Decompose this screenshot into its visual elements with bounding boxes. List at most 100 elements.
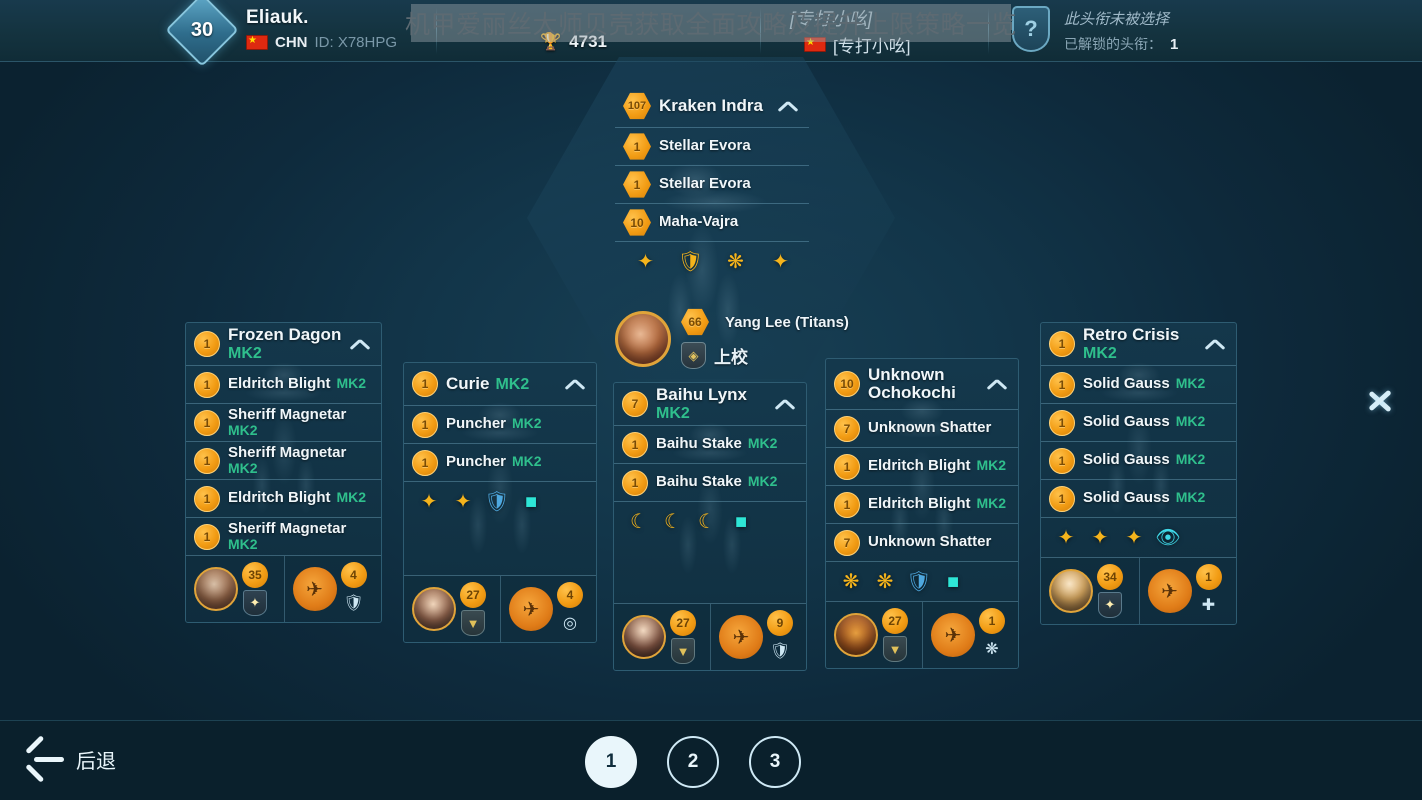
pilot-avatar[interactable] xyxy=(622,615,666,659)
drone-avatar[interactable]: ✈ xyxy=(719,615,763,659)
weapon-row[interactable]: 1 Baihu Stake MK2 xyxy=(614,463,806,501)
pilot-drone-footer[interactable]: 35 ✦ ✈ 4 🛡 xyxy=(186,555,381,622)
module-strip[interactable]: ❋ ❋ 🛡 ■ xyxy=(826,561,1018,601)
weapon-row[interactable]: 1 Puncher MK2 xyxy=(404,405,596,443)
eye-stealth-icon[interactable]: 👁 xyxy=(1155,525,1181,551)
shield-up-icon[interactable]: 🛡 xyxy=(906,569,932,595)
mech-card-retro-crisis[interactable]: 1 Retro Crisis MK2 1 Solid Gauss MK2 1 S… xyxy=(1040,322,1237,625)
page-selector[interactable]: 1 2 3 xyxy=(585,736,801,788)
burst-damage-icon[interactable]: ❋ xyxy=(838,569,864,595)
chevron-up-icon[interactable] xyxy=(349,337,371,351)
player-id: ID: X78HPG xyxy=(314,34,398,51)
weapon-row[interactable]: 1 Sheriff Magnetar MK2 xyxy=(186,403,381,441)
chevron-up-icon[interactable] xyxy=(774,397,796,411)
energy-cell-icon[interactable]: ■ xyxy=(728,509,754,535)
pilot-slot[interactable]: 34 ✦ xyxy=(1041,558,1139,624)
module-strip[interactable]: ✦ ✦ 🛡 ■ xyxy=(404,481,596,521)
crescent-boost-icon[interactable]: ☾ xyxy=(694,509,720,535)
drone-slot[interactable]: ✈ 4 ◎ xyxy=(500,576,596,642)
damage-boost-icon[interactable]: ✦ xyxy=(1053,525,1079,551)
pilot-slot[interactable]: 27 ▼ xyxy=(404,576,500,642)
burst-damage-icon[interactable]: ❋ xyxy=(872,569,898,595)
page-button-3[interactable]: 3 xyxy=(749,736,801,788)
shield-boost-icon[interactable]: 🛡 xyxy=(678,249,704,275)
pilot-drone-footer[interactable]: 27 ▼ ✈ 9 🛡 xyxy=(614,603,806,670)
pilot-avatar[interactable] xyxy=(1049,569,1093,613)
module-strip[interactable]: ✦ 🛡 ❋ ✦ xyxy=(615,241,809,281)
weapon-row[interactable]: 10 Maha-Vajra xyxy=(615,203,809,241)
weapon-row[interactable]: 7 Unknown Shatter xyxy=(826,409,1018,447)
damage-boost-icon[interactable]: ✦ xyxy=(1121,525,1147,551)
damage-boost-icon[interactable]: ✦ xyxy=(768,249,794,275)
page-button-2[interactable]: 2 xyxy=(667,736,719,788)
card-header[interactable]: 1 Retro Crisis MK2 xyxy=(1041,323,1236,365)
weapon-row[interactable]: 1 Stellar Evora xyxy=(615,127,809,165)
damage-boost-icon[interactable]: ✦ xyxy=(1087,525,1113,551)
damage-boost-icon[interactable]: ✦ xyxy=(450,489,476,515)
chevron-up-icon[interactable] xyxy=(986,377,1008,391)
weapon-row[interactable]: 1 Eldritch Blight MK2 xyxy=(826,447,1018,485)
damage-boost-icon[interactable]: ✦ xyxy=(416,489,442,515)
mech-card-kraken-indra[interactable]: 107 Kraken Indra 1 Stellar Evora 1 Stell… xyxy=(615,85,809,281)
weapon-row[interactable]: 1 Eldritch Blight MK2 xyxy=(186,479,381,517)
drone-avatar[interactable]: ✈ xyxy=(509,587,553,631)
pilot-avatar[interactable] xyxy=(194,567,238,611)
weapon-row[interactable]: 1 Solid Gauss MK2 xyxy=(1041,403,1236,441)
pilot-avatar[interactable] xyxy=(412,587,456,631)
drone-avatar[interactable]: ✈ xyxy=(1147,569,1192,613)
page-button-1[interactable]: 1 xyxy=(585,736,637,788)
mech-card-baihu-lynx[interactable]: 7 Baihu Lynx MK2 1 Baihu Stake MK2 1 Bai… xyxy=(613,382,807,671)
mech-card-unknown-ochokochi[interactable]: 10 Unknown Ochokochi 7 Unknown Shatter 1… xyxy=(825,358,1019,669)
module-strip[interactable]: ✦ ✦ ✦ 👁 xyxy=(1041,517,1236,557)
pilot-drone-footer[interactable]: 27 ▼ ✈ 1 ❋ xyxy=(826,601,1018,668)
weapon-row[interactable]: 7 Unknown Shatter xyxy=(826,523,1018,561)
pilot-avatar[interactable] xyxy=(615,310,671,367)
shield-up-icon[interactable]: 🛡 xyxy=(484,489,510,515)
drone-slot[interactable]: ✈ 1 ❋ xyxy=(922,602,1018,668)
drone-slot[interactable]: ✈ 9 🛡 xyxy=(710,604,806,670)
pilot-drone-footer[interactable]: 34 ✦ ✈ 1 ✚ xyxy=(1041,557,1236,624)
chevron-up-icon[interactable] xyxy=(1204,337,1226,351)
weapon-title-block: Eldritch Blight MK2 xyxy=(868,458,1006,474)
center-pilot-block[interactable]: 66 Yang Lee (Titans) ◈ 上校 xyxy=(615,308,849,369)
back-button[interactable]: 后退 xyxy=(26,739,116,779)
weapon-row[interactable]: 1 Solid Gauss MK2 xyxy=(1041,441,1236,479)
damage-boost-icon[interactable]: ✦ xyxy=(633,249,659,275)
chevron-up-icon[interactable] xyxy=(564,377,586,391)
weapon-row[interactable]: 1 Stellar Evora xyxy=(615,165,809,203)
crescent-boost-icon[interactable]: ☾ xyxy=(626,509,652,535)
drone-avatar[interactable]: ✈ xyxy=(292,567,337,611)
card-header[interactable]: 10 Unknown Ochokochi xyxy=(826,359,1018,409)
weapon-row[interactable]: 1 Sheriff Magnetar MK2 xyxy=(186,441,381,479)
drone-slot[interactable]: ✈ 4 🛡 xyxy=(283,556,382,622)
title-badge-icon[interactable]: ? xyxy=(1012,6,1050,52)
card-header[interactable]: 1 Curie MK2 xyxy=(404,363,596,405)
mech-card-frozen-dagon[interactable]: 1 Frozen Dagon MK2 1 Eldritch Blight MK2… xyxy=(185,322,382,623)
crescent-boost-icon[interactable]: ☾ xyxy=(660,509,686,535)
weapon-row[interactable]: 1 Baihu Stake MK2 xyxy=(614,425,806,463)
pilot-slot[interactable]: 27 ▼ xyxy=(826,602,922,668)
burst-damage-icon[interactable]: ❋ xyxy=(723,249,749,275)
card-header[interactable]: 1 Frozen Dagon MK2 xyxy=(186,323,381,365)
drone-slot[interactable]: ✈ 1 ✚ xyxy=(1138,558,1237,624)
chevron-right-icon[interactable] xyxy=(1360,378,1404,424)
mech-card-curie[interactable]: 1 Curie MK2 1 Puncher MK2 1 Puncher MK2 … xyxy=(403,362,597,643)
weapon-row[interactable]: 1 Solid Gauss MK2 xyxy=(1041,479,1236,517)
pilot-slot[interactable]: 27 ▼ xyxy=(614,604,710,670)
chevron-up-icon[interactable] xyxy=(777,99,799,113)
drone-avatar[interactable]: ✈ xyxy=(931,613,975,657)
weapon-row[interactable]: 1 Solid Gauss MK2 xyxy=(1041,365,1236,403)
weapon-row[interactable]: 1 Puncher MK2 xyxy=(404,443,596,481)
weapon-title-block: Eldritch Blight MK2 xyxy=(868,496,1006,512)
energy-cell-icon[interactable]: ■ xyxy=(940,569,966,595)
weapon-row[interactable]: 1 Eldritch Blight MK2 xyxy=(826,485,1018,523)
weapon-row[interactable]: 1 Sheriff Magnetar MK2 xyxy=(186,517,381,555)
card-header[interactable]: 7 Baihu Lynx MK2 xyxy=(614,383,806,425)
pilot-slot[interactable]: 35 ✦ xyxy=(186,556,284,622)
energy-cell-icon[interactable]: ■ xyxy=(518,489,544,515)
module-strip[interactable]: ☾ ☾ ☾ ■ xyxy=(614,501,806,541)
card-header[interactable]: 107 Kraken Indra xyxy=(615,85,809,127)
pilot-avatar[interactable] xyxy=(834,613,878,657)
weapon-row[interactable]: 1 Eldritch Blight MK2 xyxy=(186,365,381,403)
pilot-drone-footer[interactable]: 27 ▼ ✈ 4 ◎ xyxy=(404,575,596,642)
